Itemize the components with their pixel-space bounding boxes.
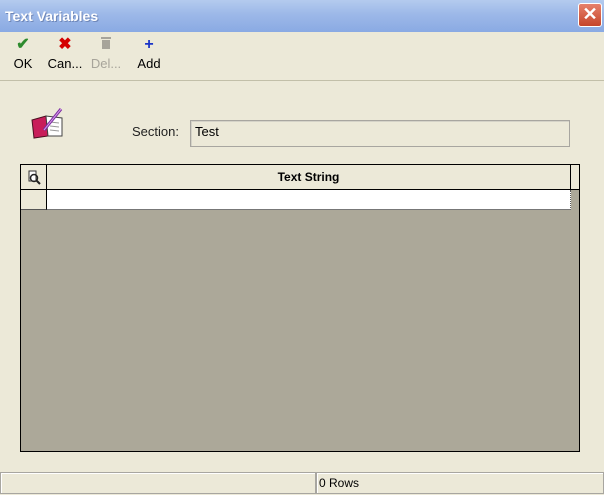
text-strings-grid: Text String bbox=[20, 164, 580, 452]
grid-header: Text String bbox=[21, 165, 579, 190]
row-count-status: 0 Rows bbox=[316, 472, 604, 494]
toolbar: ✔ OK ✖ Can... Del... + Add bbox=[0, 32, 604, 81]
title-bar: Text Variables ✕ bbox=[0, 0, 604, 32]
close-button[interactable]: ✕ bbox=[578, 3, 602, 27]
delete-label: Del... bbox=[90, 56, 122, 71]
trash-icon-graphic bbox=[101, 37, 111, 49]
delete-button[interactable]: Del... bbox=[88, 36, 124, 76]
column-header-text-string[interactable]: Text String bbox=[47, 165, 571, 189]
window-title: Text Variables bbox=[5, 8, 99, 24]
cancel-button[interactable]: ✖ Can... bbox=[44, 36, 86, 76]
cancel-label: Can... bbox=[47, 56, 83, 71]
grid-corner[interactable] bbox=[21, 165, 47, 189]
add-button[interactable]: + Add bbox=[133, 36, 165, 76]
add-label: Add bbox=[137, 56, 161, 71]
row-selector[interactable] bbox=[21, 190, 47, 210]
cancel-x-icon: ✖ bbox=[58, 36, 72, 53]
text-string-cell[interactable] bbox=[47, 190, 571, 210]
plus-icon: + bbox=[144, 36, 154, 53]
find-icon bbox=[28, 170, 41, 185]
trash-icon bbox=[88, 36, 124, 54]
status-pane-left bbox=[0, 472, 316, 494]
section-field[interactable]: Test bbox=[190, 120, 570, 147]
book-edit-icon bbox=[28, 106, 66, 140]
close-icon: ✕ bbox=[582, 4, 598, 24]
check-icon: ✔ bbox=[16, 36, 30, 53]
status-bar: 0 Rows bbox=[0, 472, 604, 495]
section-label: Section: bbox=[132, 124, 179, 139]
ok-button[interactable]: ✔ OK bbox=[8, 36, 38, 76]
table-row[interactable] bbox=[21, 190, 573, 211]
ok-label: OK bbox=[13, 56, 33, 71]
